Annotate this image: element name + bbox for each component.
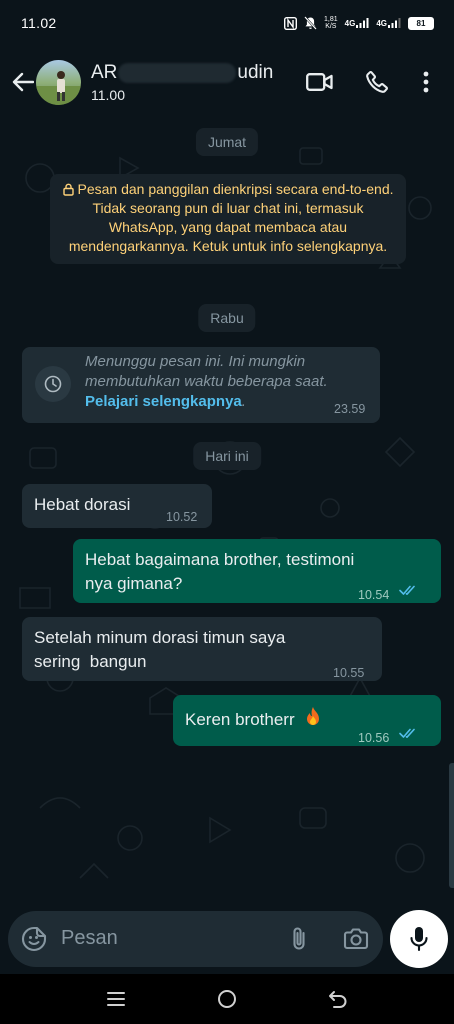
camera-icon bbox=[343, 928, 369, 950]
header-actions bbox=[290, 46, 454, 118]
attach-icon bbox=[293, 927, 305, 950]
message-line-2: sering bangun bbox=[34, 652, 147, 671]
system-nav-bar bbox=[0, 974, 454, 1024]
sim1-signal: 4G bbox=[345, 17, 370, 29]
day-chip-rabu: Rabu bbox=[198, 304, 256, 332]
sim2-signal: 4G bbox=[376, 17, 401, 29]
battery-icon: 81 bbox=[408, 16, 434, 30]
more-options-icon bbox=[423, 71, 429, 93]
message-input[interactable]: Pesan bbox=[8, 911, 383, 967]
waiting-text: Menunggu pesan ini. Ini mungkin membutuh… bbox=[85, 352, 375, 412]
network-speed-unit: K/S bbox=[325, 23, 337, 30]
encryption-notice[interactable]: Pesan dan panggilan dienkripsi secara en… bbox=[50, 174, 406, 264]
read-receipt-icon bbox=[399, 728, 415, 738]
network-speed: 1,81 K/S bbox=[324, 16, 338, 30]
microphone-icon bbox=[410, 927, 428, 952]
camera-button[interactable] bbox=[341, 925, 371, 953]
signal-icon bbox=[388, 18, 401, 28]
message-line-2: nya gimana? bbox=[85, 574, 183, 593]
chat-area[interactable]: Jumat Pesan dan panggilan dienkripsi sec… bbox=[0, 118, 454, 910]
message-time: 10.56 bbox=[358, 731, 390, 745]
fire-emoji-icon bbox=[307, 707, 320, 725]
video-call-button[interactable] bbox=[290, 46, 348, 118]
incoming-message[interactable]: Hebat dorasi 10.52 bbox=[22, 484, 212, 528]
home-icon bbox=[217, 990, 236, 1008]
message-placeholder: Pesan bbox=[61, 927, 118, 949]
voice-call-icon bbox=[366, 71, 388, 93]
learn-more-suffix: . bbox=[241, 393, 246, 410]
lock-icon bbox=[62, 183, 74, 196]
status-icons: 1,81 K/S 4G 4G 81 bbox=[284, 16, 434, 30]
incoming-message[interactable]: Setelah minum dorasi timun saya sering b… bbox=[22, 617, 382, 681]
network-speed-value: 1,81 bbox=[324, 16, 338, 23]
read-receipt-icon bbox=[399, 585, 415, 595]
clock-icon bbox=[35, 366, 71, 402]
recents-button[interactable] bbox=[96, 979, 136, 1019]
name-redaction bbox=[118, 63, 237, 83]
contact-info[interactable]: AR udin 11.00 bbox=[91, 61, 273, 103]
message-line-1: Hebat bagaimana brother, testimoni bbox=[85, 550, 355, 569]
learn-more-link[interactable]: Pelajari selengkapnya bbox=[85, 393, 242, 410]
message-text-content: Keren brotherr bbox=[185, 710, 295, 729]
waiting-description: Menunggu pesan ini. Ini mungkin membutuh… bbox=[85, 353, 328, 390]
back-arrow-icon bbox=[12, 72, 34, 92]
signal-icon bbox=[356, 18, 369, 28]
sticker-button[interactable] bbox=[20, 925, 48, 953]
contact-name: AR udin bbox=[91, 61, 273, 85]
message-time: 10.55 bbox=[333, 666, 365, 680]
avatar[interactable] bbox=[36, 59, 81, 105]
status-time: 11.02 bbox=[21, 15, 57, 31]
message-text: Setelah minum dorasi timun saya sering b… bbox=[34, 626, 285, 674]
message-text: Hebat bagaimana brother, testimoni nya g… bbox=[85, 548, 354, 596]
waiting-message-bubble[interactable]: Menunggu pesan ini. Ini mungkin membutuh… bbox=[22, 347, 380, 423]
message-text: Hebat dorasi bbox=[34, 495, 131, 514]
more-options-button[interactable] bbox=[406, 46, 446, 118]
nfc-icon bbox=[284, 16, 298, 30]
outgoing-message[interactable]: Keren brotherr 10.56 bbox=[173, 695, 441, 746]
day-chip-hari-ini: Hari ini bbox=[193, 442, 261, 470]
attach-button[interactable] bbox=[285, 925, 313, 953]
scrollbar[interactable] bbox=[449, 763, 454, 888]
message-time: 23.59 bbox=[334, 402, 366, 416]
mute-bell-icon bbox=[304, 16, 317, 30]
sim2-network-tag: 4G bbox=[376, 18, 387, 28]
message-time: 10.54 bbox=[358, 588, 390, 602]
home-button[interactable] bbox=[207, 979, 247, 1019]
video-call-icon bbox=[305, 73, 333, 91]
last-seen: 11.00 bbox=[91, 87, 125, 103]
voice-record-button[interactable] bbox=[390, 910, 448, 968]
sim1-network-tag: 4G bbox=[344, 18, 356, 28]
back-icon bbox=[329, 991, 347, 1008]
status-bar: 11.02 1,81 K/S 4G 4G 81 bbox=[0, 0, 454, 46]
outgoing-message[interactable]: Hebat bagaimana brother, testimoni nya g… bbox=[73, 539, 441, 603]
message-line-1: Setelah minum dorasi timun saya bbox=[34, 628, 286, 647]
day-chip-jumat: Jumat bbox=[195, 128, 259, 156]
input-bar: Pesan bbox=[0, 910, 454, 974]
contact-name-end: udin bbox=[237, 62, 274, 83]
chat-header: AR udin 11.00 bbox=[0, 46, 454, 118]
message-time: 10.52 bbox=[166, 510, 198, 524]
contact-name-start: AR bbox=[91, 62, 118, 83]
system-back-button[interactable] bbox=[318, 979, 358, 1019]
message-text: Keren brotherr bbox=[185, 706, 323, 732]
recents-icon bbox=[106, 992, 125, 1006]
voice-call-button[interactable] bbox=[348, 46, 406, 118]
encryption-text: Pesan dan panggilan dienkripsi secara en… bbox=[68, 181, 394, 254]
sticker-icon bbox=[21, 926, 47, 952]
